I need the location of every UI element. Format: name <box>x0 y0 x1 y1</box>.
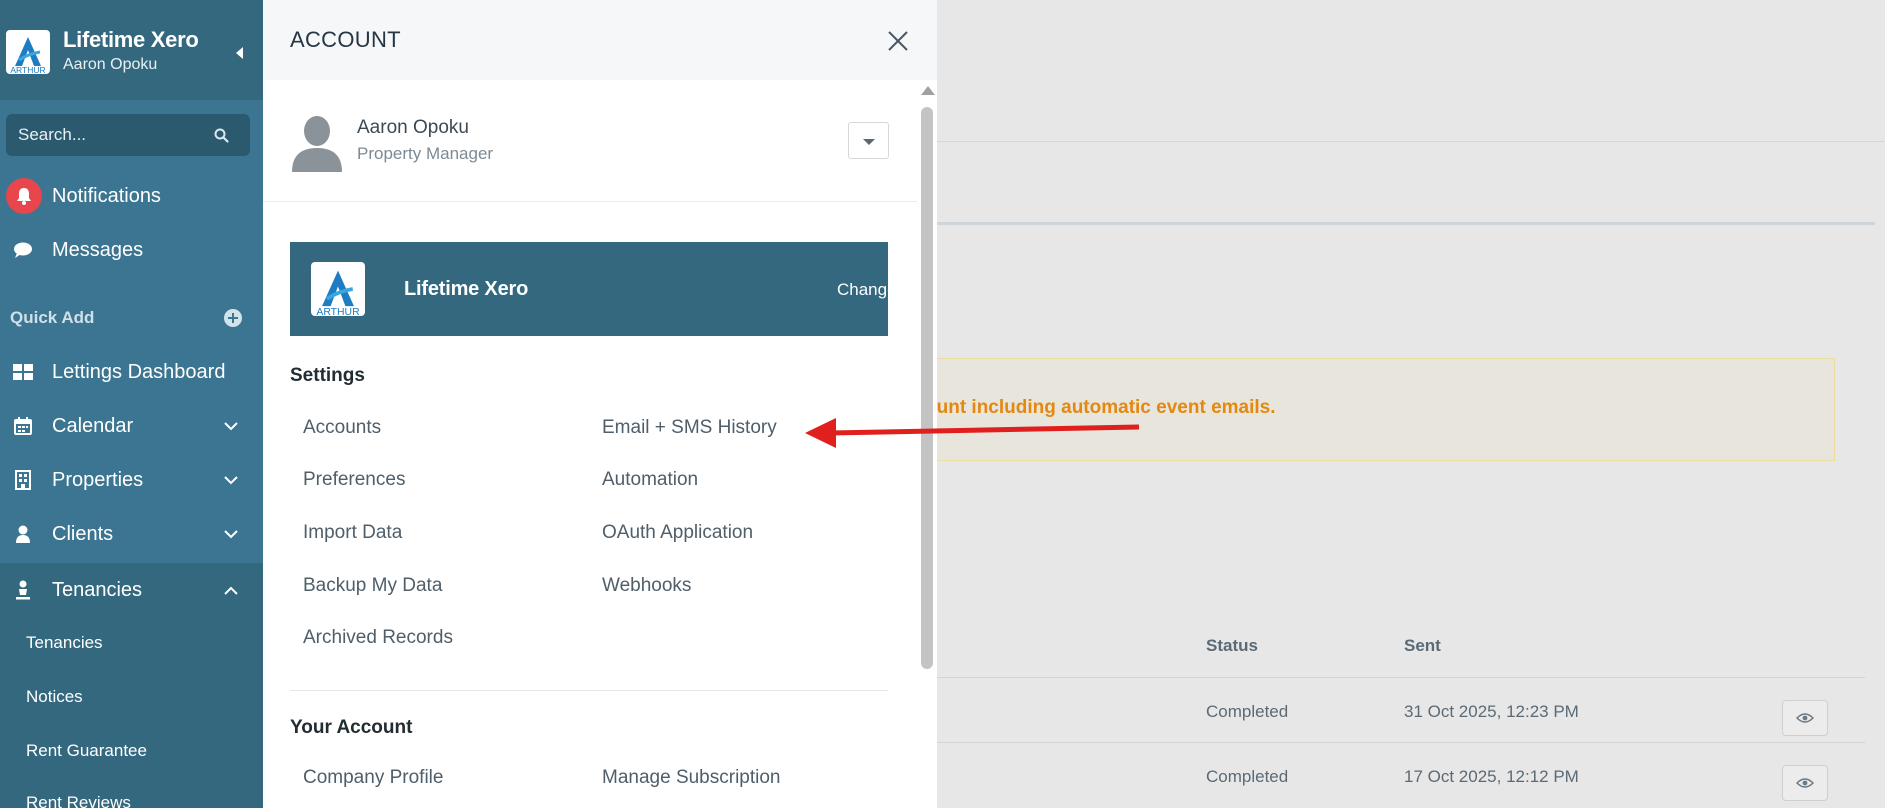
chevron-up-icon <box>224 586 238 595</box>
dashboard-icon <box>12 361 34 383</box>
arthur-logo: ARTHUR <box>311 262 365 316</box>
link-archived-records[interactable]: Archived Records <box>303 627 453 649</box>
panel-title: ACCOUNT <box>290 27 401 52</box>
table-row-divider <box>937 742 1865 743</box>
bg-tabs-underline <box>937 222 1875 225</box>
collapse-sidebar-icon[interactable] <box>236 47 243 59</box>
scrollbar-thumb[interactable] <box>921 107 933 669</box>
link-company-profile[interactable]: Company Profile <box>303 767 443 789</box>
user-role: Property Manager <box>357 144 494 163</box>
company-name: Lifetime Xero <box>404 278 529 300</box>
row-sent: 17 Oct 2025, 12:12 PM <box>1404 767 1579 786</box>
sidebar-item-label: Calendar <box>52 414 134 437</box>
close-icon[interactable] <box>887 30 909 52</box>
your-account-heading: Your Account <box>290 717 413 738</box>
row-status: Completed <box>1206 702 1289 721</box>
svg-text:ARTHUR: ARTHUR <box>316 307 360 316</box>
section-divider <box>290 690 888 691</box>
link-backup-my-data[interactable]: Backup My Data <box>303 575 442 597</box>
link-oauth-application[interactable]: OAuth Application <box>602 522 753 544</box>
user-block <box>263 80 917 202</box>
sidebar-item-notifications[interactable]: Notifications <box>0 172 263 220</box>
scroll-up-arrow-icon[interactable] <box>921 86 935 95</box>
account-panel: ACCOUNT Aaron Opoku Property Manager ART… <box>263 0 937 808</box>
sidebar-item-calendar[interactable]: Calendar <box>0 402 263 450</box>
sidebar-company-title[interactable]: Lifetime Xero <box>63 27 199 53</box>
user-dropdown-button[interactable] <box>848 122 889 159</box>
sidebar-item-label: Messages <box>52 238 144 261</box>
sidebar-item-properties[interactable]: Properties <box>0 456 263 504</box>
search-icon[interactable] <box>214 128 229 143</box>
submenu-item-notices[interactable]: Notices <box>26 687 83 707</box>
tenant-icon <box>12 579 34 601</box>
link-manage-subscription[interactable]: Manage Subscription <box>602 767 781 789</box>
settings-heading: Settings <box>290 365 365 386</box>
bell-icon <box>6 178 42 214</box>
sidebar: ARTHUR Lifetime Xero Aaron Opoku Notific… <box>0 0 263 808</box>
sidebar-item-messages[interactable]: Messages <box>0 226 263 274</box>
bg-divider <box>937 141 1885 142</box>
chat-bubble-icon <box>12 239 34 261</box>
link-webhooks[interactable]: Webhooks <box>602 575 691 597</box>
link-email-sms-history[interactable]: Email + SMS History <box>602 417 777 439</box>
building-icon <box>12 469 34 491</box>
sidebar-item-label: Lettings Dashboard <box>52 360 226 383</box>
tenancies-submenu: Tenancies Notices Rent Guarantee Rent Re… <box>0 617 263 808</box>
link-preferences[interactable]: Preferences <box>303 469 405 491</box>
panel-header: ACCOUNT <box>263 0 937 80</box>
link-accounts[interactable]: Accounts <box>303 417 381 439</box>
eye-icon <box>1796 713 1814 723</box>
search-input[interactable] <box>18 114 208 156</box>
person-icon <box>12 523 34 545</box>
avatar[interactable] <box>289 112 345 172</box>
sidebar-item-lettings-dashboard[interactable]: Lettings Dashboard <box>0 348 263 396</box>
sidebar-item-label: Tenancies <box>52 578 143 601</box>
sidebar-item-label: Clients <box>52 522 114 545</box>
link-import-data[interactable]: Import Data <box>303 522 402 544</box>
column-header-sent[interactable]: Sent <box>1404 636 1441 656</box>
sidebar-header: ARTHUR Lifetime Xero Aaron Opoku <box>0 0 263 100</box>
link-automation[interactable]: Automation <box>602 469 698 491</box>
row-sent: 31 Oct 2025, 12:23 PM <box>1404 702 1579 721</box>
company-card: ARTHUR Lifetime Xero Change <box>290 242 897 336</box>
sidebar-item-clients[interactable]: Clients <box>0 510 263 558</box>
eye-icon <box>1796 778 1814 788</box>
submenu-item-rent-reviews[interactable]: Rent Reviews <box>26 793 131 808</box>
sidebar-item-tenancies[interactable]: Tenancies <box>0 563 263 617</box>
sidebar-item-label: Notifications <box>52 184 161 207</box>
calendar-icon <box>12 415 34 437</box>
sidebar-user-name: Aaron Opoku <box>63 56 158 73</box>
change-company-link[interactable]: Change <box>837 280 897 300</box>
submenu-item-rent-guarantee[interactable]: Rent Guarantee <box>26 741 147 761</box>
table-row-divider <box>937 677 1865 678</box>
plus-circle-icon[interactable] <box>224 309 242 327</box>
arthur-logo[interactable]: ARTHUR <box>6 30 50 74</box>
sidebar-item-label: Properties <box>52 468 144 491</box>
svg-text:ARTHUR: ARTHUR <box>10 65 45 74</box>
chevron-down-icon <box>224 421 238 430</box>
column-header-status[interactable]: Status <box>1206 636 1258 656</box>
user-name: Aaron Opoku <box>357 117 469 138</box>
quick-add-label[interactable]: Quick Add <box>10 308 94 328</box>
submenu-item-tenancies[interactable]: Tenancies <box>26 633 103 653</box>
chevron-down-icon <box>224 475 238 484</box>
view-button[interactable] <box>1782 765 1828 801</box>
chevron-down-icon <box>224 529 238 538</box>
view-button[interactable] <box>1782 700 1828 736</box>
info-alert-text: ount including automatic event emails. <box>925 397 1276 418</box>
row-status: Completed <box>1206 767 1289 786</box>
